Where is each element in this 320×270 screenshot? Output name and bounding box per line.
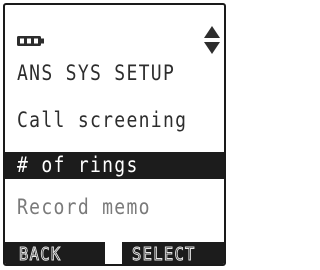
back-softkey[interactable]: BACK [5, 242, 105, 265]
select-softkey-label: SELECT [132, 244, 196, 265]
menu-item-number-of-rings[interactable]: # of rings [17, 153, 139, 177]
battery-full-icon [17, 36, 44, 46]
menu-item-call-screening[interactable]: Call screening [17, 108, 187, 132]
back-softkey-label: BACK [19, 244, 62, 265]
menu-title: ANS SYS SETUP [17, 61, 176, 85]
handset-display: ANS SYS SETUP Call screening # of rings … [3, 3, 226, 266]
scroll-up-down-icon [204, 26, 220, 54]
menu-item-record-memo[interactable]: Record memo [17, 195, 151, 219]
select-softkey[interactable]: SELECT [122, 242, 224, 265]
